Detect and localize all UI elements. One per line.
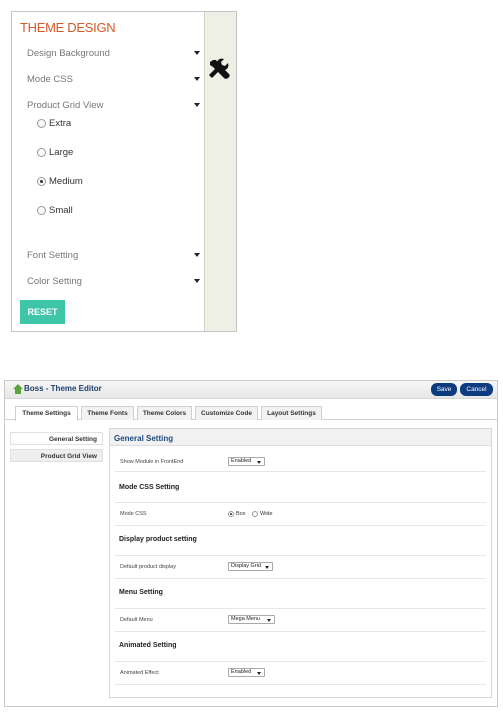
chevron-down-icon — [265, 566, 269, 569]
reset-button[interactable]: RESET — [20, 300, 65, 324]
caret-down-icon — [194, 103, 200, 107]
menu-label: Default Menu — [120, 617, 153, 623]
tab-layout-settings[interactable]: Layout Settings — [261, 406, 322, 420]
tab-theme-fonts[interactable]: Theme Fonts — [81, 406, 134, 420]
mode-css-option-wide[interactable]: Wide — [252, 510, 278, 518]
row-label: Design Background — [27, 48, 110, 59]
sidebar-item-product-grid-view[interactable]: Product Grid View — [10, 449, 103, 462]
font-setting-row[interactable]: Font Setting — [27, 248, 200, 264]
divider — [115, 502, 486, 503]
chevron-down-icon — [257, 672, 261, 675]
design-background-row[interactable]: Design Background — [27, 46, 200, 62]
module-label: Show Module in FrontEnd — [120, 459, 184, 465]
select-value: Enabled — [231, 669, 252, 675]
radio-label: Small — [49, 205, 73, 216]
radio-label: Wide — [260, 511, 273, 517]
theme-editor-window: Boss - Theme Editor Save Cancel Theme Se… — [4, 380, 498, 707]
display-section-title: Display product setting — [119, 536, 197, 543]
select-value: Mega Menu — [231, 616, 261, 622]
box-header: General Setting — [110, 429, 491, 446]
radio-button[interactable] — [252, 511, 258, 517]
radio-label: Extra — [49, 118, 72, 129]
mode-css-option-box[interactable]: Box — [228, 510, 250, 518]
sidebar-item-general-setting[interactable]: General Setting — [10, 432, 103, 445]
display-select[interactable]: Display Grid — [228, 562, 273, 571]
editor-title: Boss - Theme Editor — [24, 384, 102, 393]
tools-icon-graphic — [209, 58, 230, 79]
caret-down-icon — [194, 77, 200, 81]
radio-button[interactable] — [37, 119, 46, 128]
divider — [115, 608, 486, 609]
caret-down-icon — [194, 51, 200, 55]
mode-css-section-title: Mode CSS Setting — [119, 484, 180, 491]
divider — [115, 631, 486, 632]
box-title: General Setting — [114, 434, 174, 443]
general-setting-box: General Setting Show Module in FrontEnd … — [109, 428, 492, 698]
radio-label: Box — [236, 511, 246, 517]
radio-label: Medium — [49, 176, 83, 187]
radio-button[interactable] — [37, 206, 46, 215]
divider — [115, 525, 486, 526]
home-icon-graphic — [13, 384, 23, 394]
caret-down-icon — [194, 253, 200, 257]
row-label: Font Setting — [27, 250, 79, 261]
animated-section-title: Animated Setting — [119, 642, 177, 649]
radio-button-selected[interactable] — [228, 511, 234, 517]
divider — [115, 555, 486, 556]
divider — [115, 578, 486, 579]
panel-title: THEME DESIGN — [20, 20, 116, 35]
select-value: Display Grid — [231, 563, 261, 569]
row-label: Mode CSS — [27, 74, 73, 85]
product-grid-view-row[interactable]: Product Grid View — [27, 98, 200, 114]
color-setting-row[interactable]: Color Setting — [27, 274, 200, 290]
animated-select[interactable]: Enabled — [228, 668, 265, 677]
divider — [115, 661, 486, 662]
divider — [115, 471, 486, 472]
cancel-button[interactable]: Cancel — [460, 383, 493, 396]
menu-select[interactable]: Mega Menu — [228, 615, 275, 624]
radio-button-selected[interactable] — [37, 177, 46, 186]
tab-theme-settings[interactable]: Theme Settings — [15, 406, 78, 421]
tab-customize-code[interactable]: Customize Code — [195, 406, 258, 420]
theme-design-panel: THEME DESIGN Design Background Mode CSS … — [11, 11, 237, 332]
page: THEME DESIGN Design Background Mode CSS … — [0, 0, 503, 716]
chevron-down-icon — [267, 619, 271, 622]
radio-label: Large — [49, 147, 74, 158]
editor-header: Boss - Theme Editor Save Cancel — [5, 381, 497, 399]
home-icon — [12, 383, 24, 395]
panel-toggle-strip[interactable] — [204, 12, 236, 331]
row-label: Color Setting — [27, 276, 82, 287]
tab-theme-colors[interactable]: Theme Colors — [137, 406, 192, 420]
row-label: Product Grid View — [27, 100, 104, 111]
caret-down-icon — [194, 279, 200, 283]
tab-bar: Theme Settings Theme Fonts Theme Colors … — [5, 403, 497, 421]
tools-icon[interactable] — [203, 56, 235, 86]
module-select[interactable]: Enabled — [228, 457, 265, 466]
save-button[interactable]: Save — [431, 383, 457, 396]
menu-section-title: Menu Setting — [119, 589, 163, 596]
select-value: Enabled — [231, 458, 252, 464]
mode-css-row[interactable]: Mode CSS — [27, 72, 200, 88]
mode-css-label: Mode CSS — [120, 511, 147, 517]
chevron-down-icon — [257, 461, 261, 464]
display-label: Default product display — [120, 564, 176, 570]
animated-label: Animated Effect — [120, 670, 159, 676]
radio-button[interactable] — [37, 148, 46, 157]
divider — [115, 684, 486, 685]
